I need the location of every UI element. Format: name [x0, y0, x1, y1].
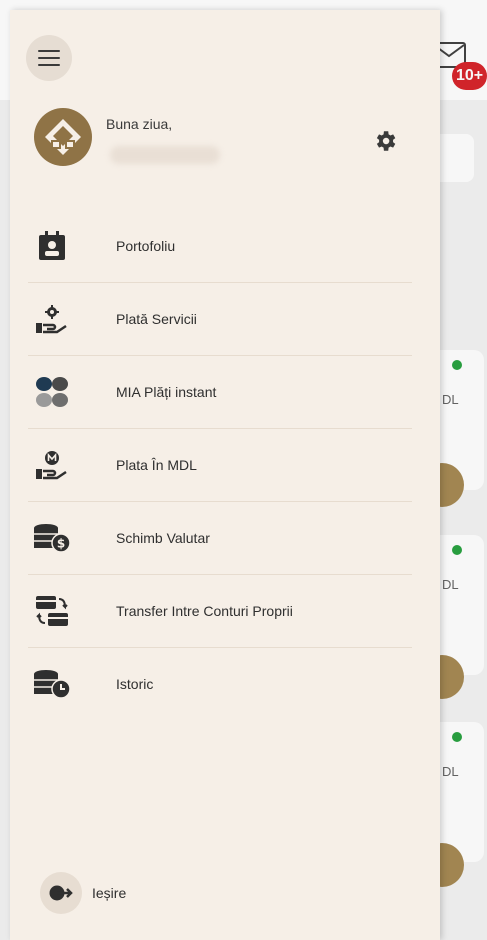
menu-item-label: MIA Plăți instant [116, 384, 217, 400]
hamburger-icon [38, 50, 60, 66]
menu-item-plata-servicii[interactable]: Plată Servicii [28, 283, 412, 356]
menu-item-label: Schimb Valutar [116, 530, 210, 546]
portfolio-icon [30, 224, 74, 268]
svg-text:$: $ [57, 537, 65, 551]
menu-item-transfer-conturi[interactable]: Transfer Intre Conturi Proprii [28, 575, 412, 648]
menu-item-schimb-valutar[interactable]: $ Schimb Valutar [28, 502, 412, 575]
drawer-menu: Portofoliu Plată Servicii MIA Plăți inst… [28, 210, 412, 720]
menu-item-plata-mdl[interactable]: Plata În MDL [28, 429, 412, 502]
currency-exchange-icon: $ [30, 516, 74, 560]
menu-item-portofoliu[interactable]: Portofoliu [28, 210, 412, 283]
history-icon [30, 662, 74, 706]
service-payment-icon [30, 297, 74, 341]
bank-logo-icon [45, 119, 81, 155]
settings-gear-icon[interactable] [372, 128, 398, 154]
logout-icon-wrapper [40, 872, 82, 914]
mdl-payment-icon [30, 443, 74, 487]
greeting-text: Buna ziua, [106, 116, 173, 132]
menu-item-istoric[interactable]: Istoric [28, 648, 412, 720]
menu-button[interactable] [26, 35, 72, 81]
avatar [34, 108, 92, 166]
mia-dots-icon [30, 370, 74, 414]
logout-label: Ieșire [92, 885, 127, 901]
logout-button[interactable]: Ieșire [40, 872, 126, 914]
menu-item-label: Transfer Intre Conturi Proprii [116, 603, 293, 619]
navigation-drawer: Buna ziua, Portofoliu Plată Servicii MIA… [10, 10, 440, 940]
menu-item-mia-plati-instant[interactable]: MIA Plăți instant [28, 356, 412, 429]
menu-item-label: Plata În MDL [116, 457, 197, 473]
transfer-accounts-icon [30, 589, 74, 633]
menu-item-label: Plată Servicii [116, 311, 197, 327]
menu-item-label: Istoric [116, 676, 154, 692]
user-header: Buna ziua, [10, 102, 440, 192]
logout-icon [49, 885, 73, 901]
username-blurred [110, 146, 220, 164]
menu-item-label: Portofoliu [116, 238, 176, 254]
